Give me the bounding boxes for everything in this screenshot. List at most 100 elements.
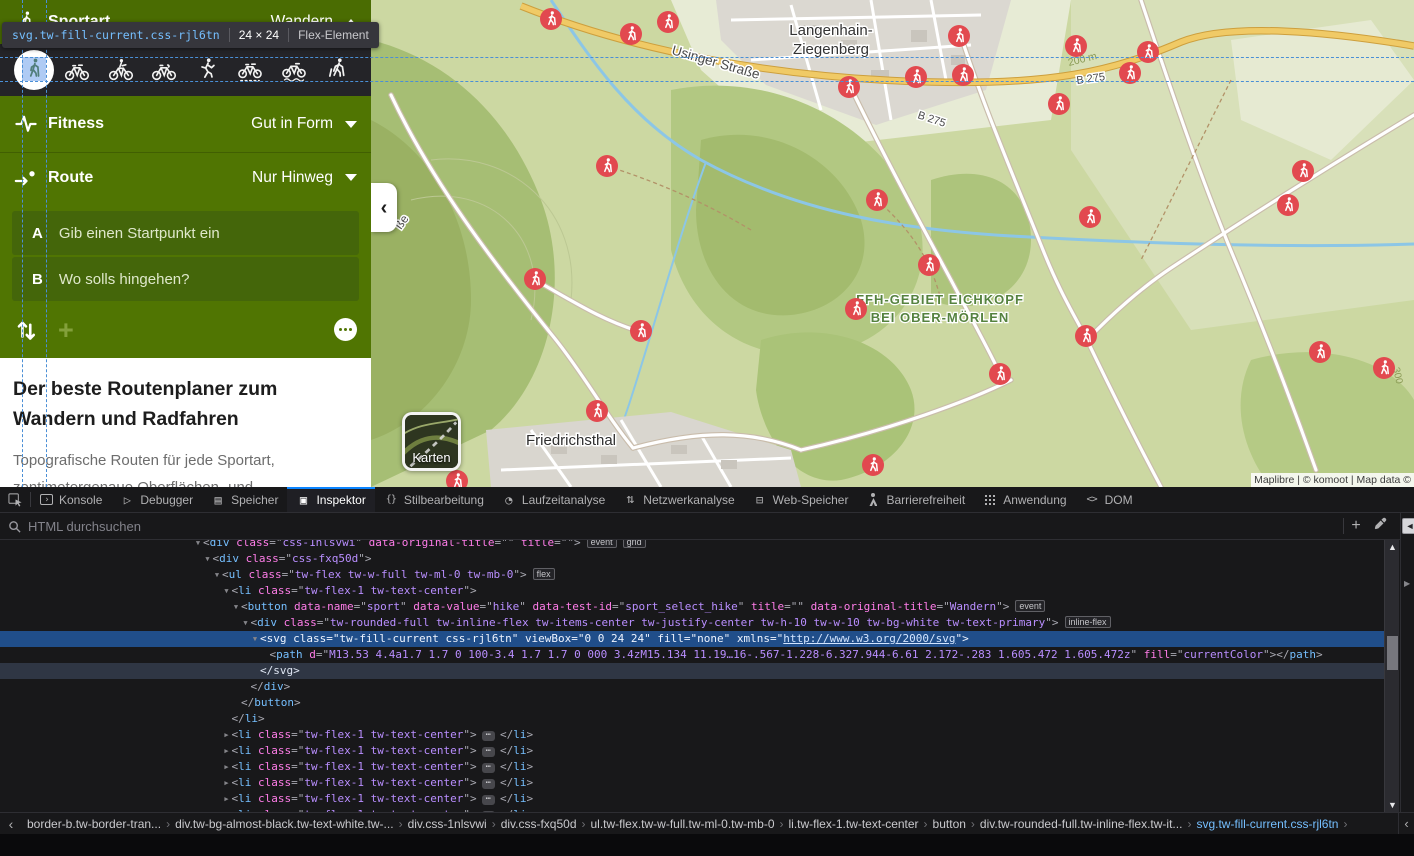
tab-dom[interactable]: <>DOM (1076, 487, 1142, 512)
hiking-highlight-marker[interactable] (1373, 357, 1395, 379)
markup-node[interactable]: ▼<button data-name="sport" data-value="h… (0, 599, 1384, 615)
collapsed-content-badge[interactable]: ⋯ (482, 747, 495, 757)
markup-node[interactable]: ▶<li class="tw-flex-1 tw-text-center">⋯<… (0, 727, 1384, 743)
fitness-row[interactable]: Fitness Gut in Form (0, 96, 371, 152)
collapse-arrow-icon[interactable]: ▼ (250, 631, 260, 647)
hiking-highlight-marker[interactable] (952, 64, 974, 86)
breadcrumb-item[interactable]: ul.tw-flex.tw-w-full.tw-ml-0.tw-mb-0 (586, 817, 780, 831)
collapsed-content-badge[interactable]: ⋯ (482, 763, 495, 773)
map-attribution[interactable]: Maplibre | © komoot | Map data © (1251, 473, 1414, 487)
hiking-highlight-marker[interactable] (524, 268, 546, 290)
markup-node[interactable]: </button> (0, 695, 1384, 711)
markup-node[interactable]: ▼<div class="css-1nlsvwi" data-original-… (0, 540, 1384, 551)
tab-web-speicher[interactable]: ⊟Web-Speicher (744, 487, 858, 512)
event-badge[interactable]: event (1015, 600, 1045, 612)
collapse-arrow-icon[interactable]: ▼ (231, 599, 241, 615)
markup-node[interactable]: </li> (0, 711, 1384, 727)
markup-node[interactable]: ▼<div class="tw-rounded-full tw-inline-f… (0, 615, 1384, 631)
destination-field[interactable]: B Wo solls hingehen? (12, 257, 359, 301)
collapse-arrow-icon[interactable]: ▼ (222, 583, 232, 599)
map-canvas[interactable]: Usinger Straße Langenhain- Ziegenberg B … (371, 0, 1414, 487)
hiking-highlight-marker[interactable] (862, 454, 884, 476)
markup-node[interactable]: ▼<li class="tw-flex-1 tw-text-center"> (0, 583, 1384, 599)
tab-konsole[interactable]: ›Konsole (31, 487, 111, 512)
hiking-highlight-marker[interactable] (586, 400, 608, 422)
scroll-down-arrow-icon[interactable]: ▼ (1385, 798, 1400, 812)
sport-button-gravelbike[interactable] (230, 50, 270, 90)
sport-button-mountaineering[interactable] (317, 50, 357, 90)
hiking-highlight-marker[interactable] (1309, 341, 1331, 363)
hiking-highlight-marker[interactable] (620, 23, 642, 45)
sport-button-mountainbike[interactable] (101, 50, 141, 90)
sport-button-running[interactable] (187, 50, 227, 90)
breadcrumb-item[interactable]: div.tw-rounded-full.tw-inline-flex.tw-it… (975, 817, 1188, 831)
hiking-highlight-marker[interactable] (596, 155, 618, 177)
more-options-button[interactable] (334, 318, 357, 341)
collapse-arrow-icon[interactable]: ▼ (212, 567, 222, 583)
collapsed-content-badge[interactable]: ⋯ (482, 795, 495, 805)
event-badge[interactable]: event (587, 540, 617, 548)
scrollbar-thumb[interactable] (1387, 636, 1398, 670)
hiking-highlight-marker[interactable] (1277, 194, 1299, 216)
sidebar-splitter[interactable]: ▶ (1400, 513, 1414, 812)
breadcrumb-scroll-right-button[interactable]: ‹ (1398, 813, 1414, 834)
pick-element-button[interactable] (0, 487, 30, 512)
breadcrumb-item[interactable]: border-b.tw-border-tran... (22, 817, 166, 831)
eyedropper-button[interactable] (1368, 517, 1392, 535)
expand-arrow-icon[interactable]: ▶ (222, 791, 232, 807)
markup-node[interactable]: ▶<li class="tw-flex-1 tw-text-center">⋯<… (0, 759, 1384, 775)
markup-node[interactable]: ▶<li class="tw-flex-1 tw-text-center">⋯<… (0, 775, 1384, 791)
sport-button-bike-touring[interactable] (57, 50, 97, 90)
sport-button-roadbike[interactable] (144, 50, 184, 90)
add-node-button[interactable]: + (1344, 517, 1368, 535)
hiking-highlight-marker[interactable] (1137, 41, 1159, 63)
markup-node[interactable]: </svg> (0, 663, 1384, 679)
grid-badge[interactable]: grid (623, 540, 646, 548)
breadcrumb-item[interactable]: div.tw-bg-almost-black.tw-text-white.tw-… (170, 817, 399, 831)
inline-flex-badge[interactable]: inline-flex (1065, 616, 1111, 628)
markup-node[interactable]: ▶<li class="tw-flex-1 tw-text-center">⋯<… (0, 791, 1384, 807)
tab-stilbearbeitung[interactable]: {}Stilbearbeitung (375, 487, 493, 512)
breadcrumb-item[interactable]: li.tw-flex-1.tw-text-center (784, 817, 924, 831)
tab-debugger[interactable]: ▷Debugger (111, 487, 202, 512)
hiking-highlight-marker[interactable] (630, 320, 652, 342)
markup-node[interactable]: <path d="M13.53 4.4a1.7 1.7 0 100-3.4 1.… (0, 647, 1384, 663)
hiking-highlight-marker[interactable] (1065, 35, 1087, 57)
swap-waypoints-button[interactable] (14, 317, 40, 343)
markup-node[interactable]: ▶<li class="tw-flex-1 tw-text-center">⋯<… (0, 743, 1384, 759)
collapsed-content-badge[interactable]: ⋯ (482, 731, 495, 741)
collapse-arrow-icon[interactable]: ▼ (241, 615, 251, 631)
hiking-highlight-marker[interactable] (657, 11, 679, 33)
tab-speicher[interactable]: ▤Speicher (202, 487, 287, 512)
expand-arrow-icon[interactable]: ▶ (222, 775, 232, 791)
breadcrumb-item[interactable]: button (928, 817, 971, 831)
tab-barrierefreiheit[interactable]: Barrierefreiheit (857, 487, 974, 512)
markup-node[interactable]: ▼<svg class="tw-fill-current css-rjl6tn"… (0, 631, 1384, 647)
scroll-up-arrow-icon[interactable]: ▲ (1385, 540, 1400, 554)
markup-node[interactable]: ▼<ul class="tw-flex tw-w-full tw-ml-0 tw… (0, 567, 1384, 583)
collapse-arrow-icon[interactable]: ▼ (193, 540, 203, 551)
flex-badge[interactable]: flex (533, 568, 555, 580)
hiking-highlight-marker[interactable] (540, 8, 562, 30)
breadcrumb-item[interactable]: div.css-fxq50d (496, 817, 582, 831)
start-point-field[interactable]: A Gib einen Startpunkt ein (12, 211, 359, 255)
expand-arrow-icon[interactable]: ▶ (222, 727, 232, 743)
tab-netzwerkanalyse[interactable]: ⇅Netzwerkanalyse (614, 487, 743, 512)
add-waypoint-button[interactable]: + (58, 320, 74, 340)
hiking-highlight-marker[interactable] (866, 189, 888, 211)
hiking-highlight-marker[interactable] (948, 25, 970, 47)
hiking-highlight-marker[interactable] (838, 76, 860, 98)
search-input[interactable] (28, 519, 1343, 534)
expand-arrow-icon[interactable]: ▶ (222, 759, 232, 775)
markup-view[interactable]: ▼<div class="css-1nlsvwi" data-original-… (0, 540, 1384, 812)
expand-sidebar-icon[interactable]: ▶ (1404, 579, 1410, 588)
hiking-highlight-marker[interactable] (905, 66, 927, 88)
sport-button-enduro-mtb[interactable] (274, 50, 314, 90)
markup-node[interactable]: </div> (0, 679, 1384, 695)
hiking-highlight-marker[interactable] (918, 254, 940, 276)
hiking-highlight-marker[interactable] (845, 298, 867, 320)
collapse-arrow-icon[interactable]: ▼ (203, 551, 213, 567)
breadcrumb-item[interactable]: svg.tw-fill-current.css-rjl6tn (1191, 817, 1343, 831)
markup-node[interactable]: ▼<div class="css-fxq50d"> (0, 551, 1384, 567)
map-layers-button[interactable]: Karten (402, 412, 461, 471)
